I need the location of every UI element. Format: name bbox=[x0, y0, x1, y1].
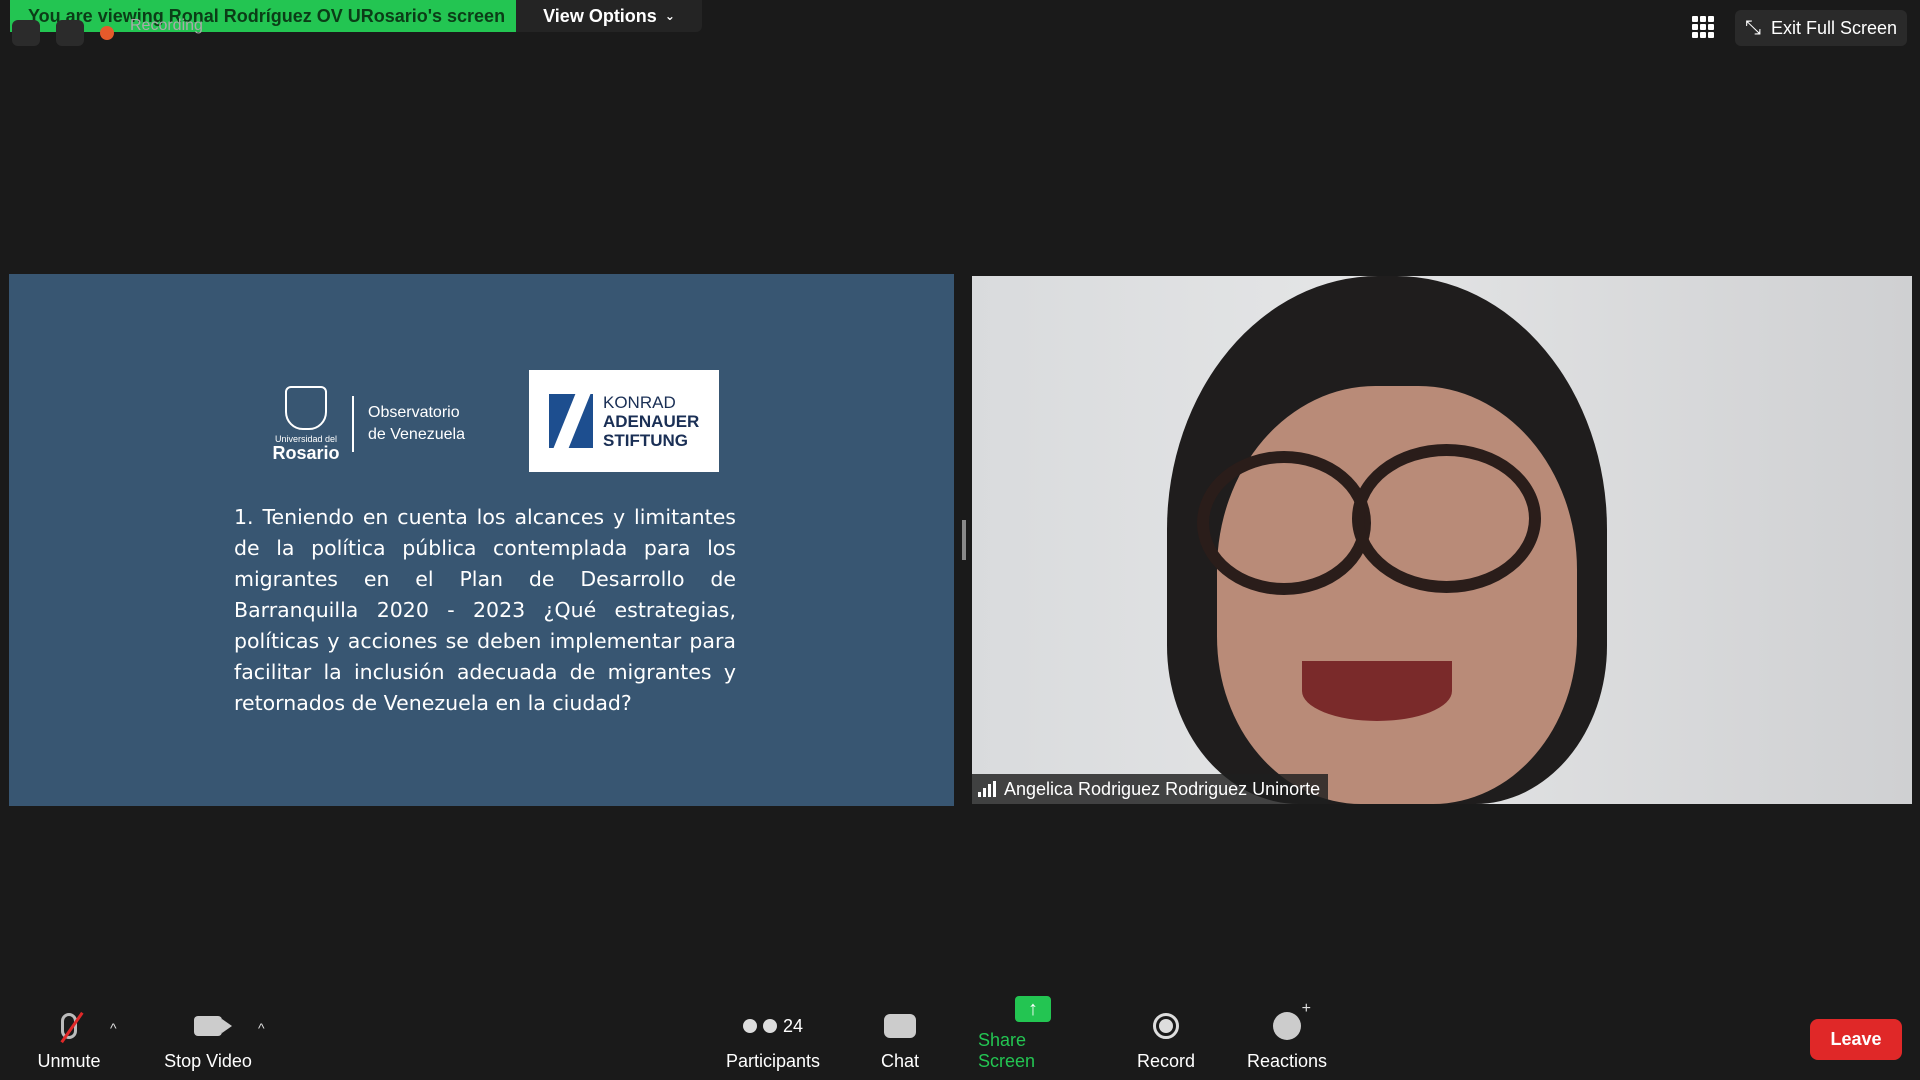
record-button[interactable]: Record bbox=[1134, 1000, 1198, 1080]
logo-divider bbox=[352, 396, 354, 452]
audio-options-chevron-icon[interactable]: ^ bbox=[110, 1020, 117, 1036]
chat-bubble-icon bbox=[884, 1014, 916, 1038]
shared-screen-slide: Universidad del Rosario Observatorio de … bbox=[9, 274, 954, 806]
leave-label: Leave bbox=[1830, 1029, 1882, 1049]
reactions-button[interactable]: Reactions bbox=[1244, 1000, 1330, 1080]
recording-dot-icon bbox=[100, 26, 114, 40]
participant-name: Angelica Rodriguez Rodriguez Uninorte bbox=[1004, 778, 1321, 799]
leave-meeting-button[interactable]: Leave bbox=[1810, 1019, 1902, 1060]
meeting-toolbar: Unmute ^ Stop Video ^ 24 Participants Ch… bbox=[0, 996, 1920, 1080]
kas-mark-icon bbox=[549, 394, 593, 448]
view-options-button[interactable]: View Options ⌄ bbox=[516, 0, 702, 32]
rosario-crest-icon bbox=[285, 386, 327, 430]
rosario-observatorio-logo: Universidad del Rosario Observatorio de … bbox=[272, 384, 474, 464]
meeting-status-strip: Recording bbox=[12, 17, 203, 46]
chevron-down-icon: ⌄ bbox=[664, 9, 675, 23]
panel-splitter-handle[interactable] bbox=[962, 520, 966, 560]
exit-full-screen-button[interactable]: ⤡ Exit Full Screen bbox=[1735, 10, 1907, 46]
konrad-line2: ADENAUER bbox=[603, 411, 700, 431]
microphone-muted-icon bbox=[61, 1013, 77, 1039]
participants-count: 24 bbox=[782, 1015, 804, 1036]
recording-label: Recording bbox=[130, 17, 203, 34]
rosario-big-text: Rosario bbox=[272, 443, 340, 463]
participants-label: Participants bbox=[725, 1051, 821, 1071]
exit-full-screen-label: Exit Full Screen bbox=[1770, 17, 1898, 38]
reactions-smiley-icon bbox=[1273, 1000, 1311, 1040]
share-screen-label: Share Screen bbox=[978, 1030, 1036, 1071]
gallery-view-icon[interactable] bbox=[1692, 16, 1714, 38]
chat-label: Chat bbox=[880, 1051, 920, 1071]
share-screen-arrow-icon: ↑ bbox=[1015, 996, 1051, 1022]
video-camera-icon bbox=[194, 1016, 232, 1036]
konrad-line3: STIFTUNG bbox=[603, 430, 688, 450]
reactions-label: Reactions bbox=[1246, 1051, 1328, 1071]
unmute-button[interactable]: Unmute bbox=[28, 1000, 110, 1080]
security-shield-icon[interactable] bbox=[56, 20, 84, 46]
stop-video-button[interactable]: Stop Video bbox=[158, 1000, 258, 1080]
participants-button[interactable]: 24 Participants bbox=[718, 1000, 828, 1080]
konrad-adenauer-logo: KONRAD ADENAUER STIFTUNG bbox=[529, 370, 719, 472]
info-icon[interactable] bbox=[12, 20, 40, 46]
record-label: Record bbox=[1136, 1051, 1196, 1071]
observatorio-line2: de Venezuela bbox=[368, 426, 465, 443]
share-screen-button[interactable]: ↑ Share Screen bbox=[978, 996, 1088, 1080]
observatorio-line1: Observatorio bbox=[368, 404, 460, 421]
participant-name-tag: Angelica Rodriguez Rodriguez Uninorte bbox=[972, 774, 1329, 804]
chat-button[interactable]: Chat bbox=[870, 1000, 930, 1080]
slide-question-text: 1. Teniendo en cuenta los alcances y lim… bbox=[234, 505, 736, 715]
video-options-chevron-icon[interactable]: ^ bbox=[258, 1020, 265, 1036]
stop-video-label: Stop Video bbox=[164, 1051, 252, 1071]
unmute-label: Unmute bbox=[37, 1051, 101, 1071]
record-icon bbox=[1153, 1013, 1179, 1039]
participant-video-tile[interactable]: Angelica Rodriguez Rodriguez Uninorte bbox=[972, 276, 1912, 804]
view-options-label: View Options bbox=[543, 5, 657, 26]
participants-icon bbox=[742, 1019, 757, 1033]
signal-strength-icon bbox=[978, 781, 996, 797]
compress-icon: ⤡ bbox=[1744, 16, 1761, 39]
konrad-line1: KONRAD bbox=[603, 392, 676, 412]
